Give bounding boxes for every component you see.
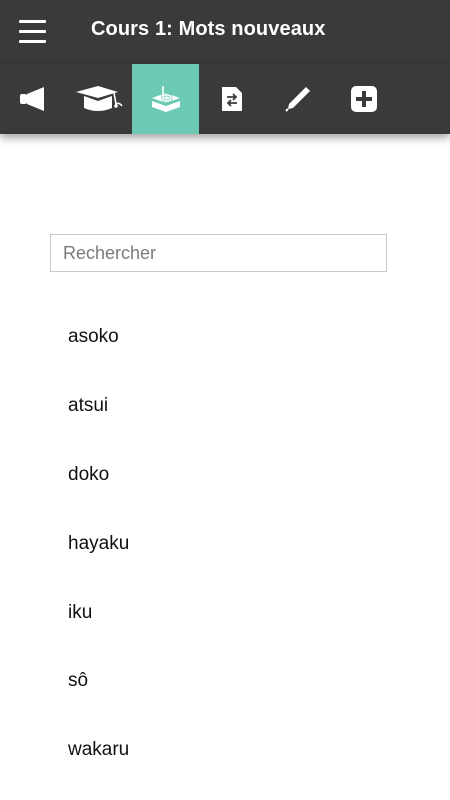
lesson-toolbar: [0, 64, 450, 134]
page-title: Cours 1: Mots nouveaux: [91, 18, 326, 40]
vocabulary-box-icon: [151, 86, 180, 112]
list-item[interactable]: doko: [0, 441, 450, 510]
tab-listen[interactable]: [0, 64, 66, 134]
hamburger-menu-icon[interactable]: [19, 20, 46, 44]
megaphone-icon: [20, 87, 44, 111]
tab-translate[interactable]: [199, 64, 265, 134]
list-item[interactable]: atsui: [0, 372, 450, 441]
tab-write[interactable]: [265, 64, 331, 134]
graduation-cap-icon: [76, 86, 123, 111]
app-screen: Cours 1: Mots nouveaux Rechercher asoko …: [0, 0, 450, 800]
tab-vocabulary[interactable]: [132, 64, 199, 134]
document-swap-icon: [222, 87, 242, 111]
list-item[interactable]: wakaru: [0, 716, 450, 785]
pen-icon: [285, 87, 310, 112]
list-item[interactable]: iku: [0, 578, 450, 647]
plus-square-icon: [351, 86, 377, 112]
app-header: Cours 1: Mots nouveaux: [0, 0, 450, 64]
list-item[interactable]: sô: [0, 647, 450, 716]
tab-more[interactable]: [331, 64, 397, 134]
list-item[interactable]: hayaku: [0, 509, 450, 578]
word-list: asoko atsui doko hayaku iku sô wakaru: [0, 303, 450, 785]
list-item[interactable]: asoko: [0, 303, 450, 372]
tab-learn[interactable]: [66, 64, 132, 134]
search-input[interactable]: [50, 234, 387, 272]
